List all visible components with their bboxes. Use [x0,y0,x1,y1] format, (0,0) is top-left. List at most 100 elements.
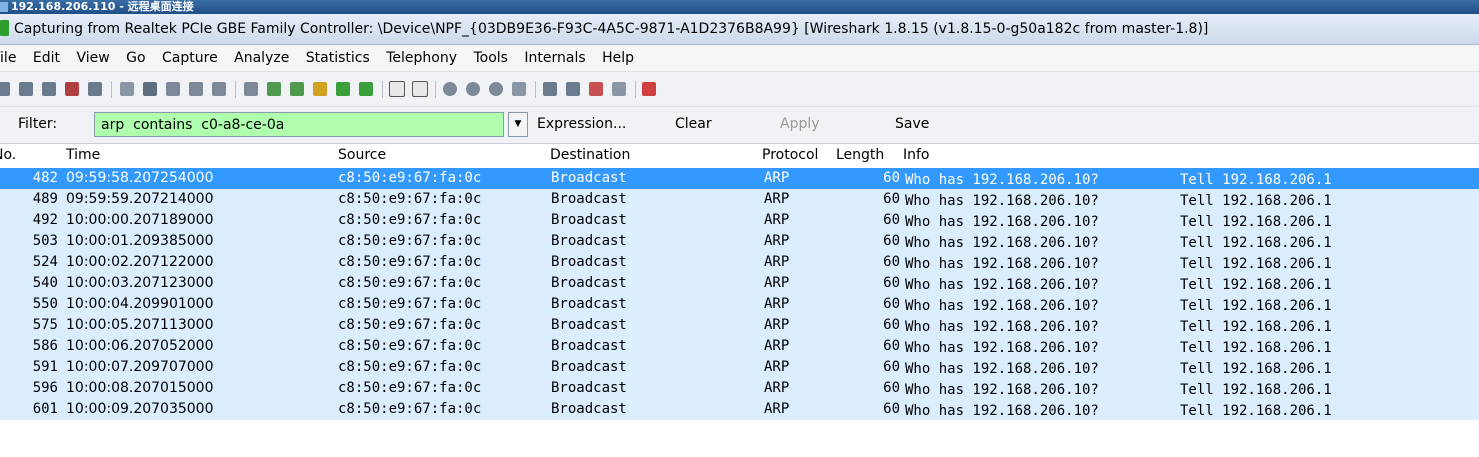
menu-file[interactable]: File [0,45,16,71]
column-header-source[interactable]: Source [338,147,386,163]
go-forward-icon[interactable] [290,82,304,96]
packet-info-tell: Tell 192.168.206.1 [1180,319,1332,335]
packet-info-who-has: Who has 192.168.206.10? [905,298,1099,314]
expression-button[interactable]: Expression... [537,116,626,132]
packet-time: 10:00:07.209707000 [66,359,214,375]
packet-row[interactable]: 524 10:00:02.207122000 c8:50:e9:67:fa:0c… [0,252,1479,273]
packet-row[interactable]: 550 10:00:04.209901000 c8:50:e9:67:fa:0c… [0,294,1479,315]
interfaces-icon[interactable] [0,82,10,96]
packet-info-who-has: Who has 192.168.206.10? [905,172,1099,188]
packet-protocol: ARP [764,212,790,228]
packet-row[interactable]: 503 10:00:01.209385000 c8:50:e9:67:fa:0c… [0,231,1479,252]
packet-protocol: ARP [764,170,790,186]
packet-row[interactable]: 489 09:59:59.207214000 c8:50:e9:67:fa:0c… [0,189,1479,210]
menu-go[interactable]: Go [126,45,145,71]
packet-length: 60 [883,191,900,207]
zoom-normal-icon[interactable] [489,82,503,96]
remote-desktop-icon [0,2,8,12]
packet-source: c8:50:e9:67:fa:0c [338,380,482,396]
packet-list: 482 09:59:58.207254000 c8:50:e9:67:fa:0c… [0,168,1479,420]
coloring-rules-icon[interactable] [589,82,603,96]
packet-time: 10:00:06.207052000 [66,338,214,354]
packet-row[interactable]: 591 10:00:07.209707000 c8:50:e9:67:fa:0c… [0,357,1479,378]
auto-scroll-icon[interactable] [412,81,428,97]
packet-row[interactable]: 586 10:00:06.207052000 c8:50:e9:67:fa:0c… [0,336,1479,357]
go-back-icon[interactable] [267,82,281,96]
display-filter-input[interactable] [94,112,504,137]
packet-info-who-has: Who has 192.168.206.10? [905,256,1099,272]
toolbar-separator [535,81,536,98]
packet-no: 586 [32,338,58,354]
go-to-packet-icon[interactable] [313,82,327,96]
packet-row[interactable]: 575 10:00:05.207113000 c8:50:e9:67:fa:0c… [0,315,1479,336]
packet-no: 550 [32,296,58,312]
menu-bar: File Edit View Go Capture Analyze Statis… [0,45,1479,72]
packet-row[interactable]: 482 09:59:58.207254000 c8:50:e9:67:fa:0c… [0,168,1479,189]
packet-info-who-has: Who has 192.168.206.10? [905,382,1099,398]
menu-edit[interactable]: Edit [33,45,60,71]
column-header-protocol[interactable]: Protocol [762,147,818,163]
packet-row[interactable]: 596 10:00:08.207015000 c8:50:e9:67:fa:0c… [0,378,1479,399]
open-file-icon[interactable] [120,82,134,96]
filter-dropdown-button[interactable]: ▼ [508,112,528,137]
packet-time: 10:00:01.209385000 [66,233,214,249]
colorize-icon[interactable] [389,81,405,97]
close-file-icon[interactable] [166,82,180,96]
packet-protocol: ARP [764,233,790,249]
menu-tools[interactable]: Tools [473,45,508,71]
column-header-info[interactable]: Info [903,147,930,163]
zoom-in-icon[interactable] [443,82,457,96]
column-header-destination[interactable]: Destination [550,147,630,163]
packet-no: 482 [32,170,58,186]
find-packet-icon[interactable] [244,82,258,96]
packet-row[interactable]: 492 10:00:00.207189000 c8:50:e9:67:fa:0c… [0,210,1479,231]
packet-time: 10:00:08.207015000 [66,380,214,396]
packet-time: 10:00:02.207122000 [66,254,214,270]
packet-protocol: ARP [764,191,790,207]
capture-filters-icon[interactable] [543,82,557,96]
packet-row[interactable]: 540 10:00:03.207123000 c8:50:e9:67:fa:0c… [0,273,1479,294]
packet-info-tell: Tell 192.168.206.1 [1180,172,1332,188]
window-title: Capturing from Realtek PCIe GBE Family C… [14,21,1209,37]
preferences-icon[interactable] [612,82,626,96]
packet-no: 524 [32,254,58,270]
zoom-out-icon[interactable] [466,82,480,96]
column-header-length[interactable]: Length [836,147,884,163]
menu-telephony[interactable]: Telephony [386,45,457,71]
packet-info-tell: Tell 192.168.206.1 [1180,403,1332,419]
packet-row[interactable]: 601 10:00:09.207035000 c8:50:e9:67:fa:0c… [0,399,1479,420]
go-first-packet-icon[interactable] [336,82,350,96]
menu-internals[interactable]: Internals [524,45,585,71]
menu-capture[interactable]: Capture [162,45,218,71]
menu-statistics[interactable]: Statistics [306,45,370,71]
help-icon[interactable] [642,82,656,96]
menu-help[interactable]: Help [602,45,634,71]
start-capture-icon[interactable] [42,82,56,96]
go-last-packet-icon[interactable] [359,82,373,96]
packet-info-who-has: Who has 192.168.206.10? [905,403,1099,419]
save-file-icon[interactable] [143,82,157,96]
reload-icon[interactable] [189,82,203,96]
toolbar-separator [235,81,236,98]
packet-source: c8:50:e9:67:fa:0c [338,233,482,249]
menu-analyze[interactable]: Analyze [234,45,289,71]
packet-no: 492 [32,212,58,228]
packet-destination: Broadcast [551,317,627,333]
packet-list-header: No. Time Source Destination Protocol Len… [0,144,1479,169]
wireshark-app-icon[interactable] [0,20,9,36]
column-header-no[interactable]: No. [0,147,16,163]
packet-protocol: ARP [764,296,790,312]
packet-source: c8:50:e9:67:fa:0c [338,191,482,207]
column-header-time[interactable]: Time [66,147,100,163]
display-filters-icon[interactable] [566,82,580,96]
print-icon[interactable] [212,82,226,96]
resize-columns-icon[interactable] [512,82,526,96]
capture-options-icon[interactable] [19,82,33,96]
apply-button[interactable]: Apply [780,116,820,132]
save-filter-button[interactable]: Save [895,116,929,132]
stop-capture-icon[interactable] [65,82,79,96]
packet-no: 575 [32,317,58,333]
clear-button[interactable]: Clear [675,116,712,132]
restart-capture-icon[interactable] [88,82,102,96]
menu-view[interactable]: View [76,45,109,71]
